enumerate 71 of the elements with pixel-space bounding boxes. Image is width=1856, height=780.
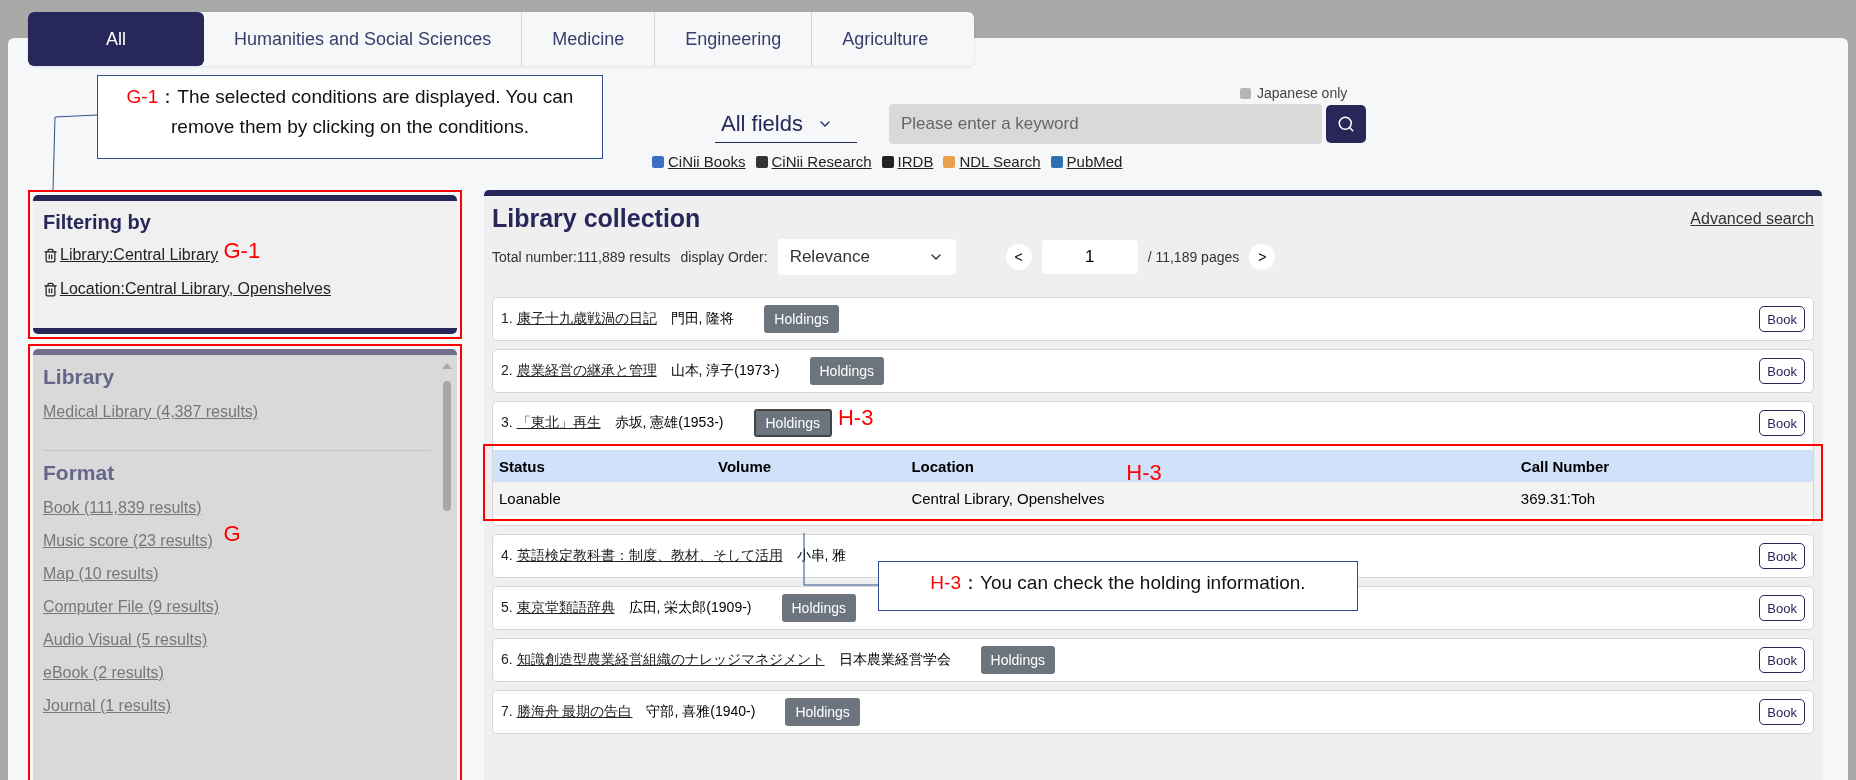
page-field[interactable]: 1 (1041, 240, 1138, 274)
scroll-up-icon[interactable] (442, 363, 452, 369)
author: 山本, 淳子(1973-) (670, 362, 780, 380)
checkbox-label: Japanese only (1257, 85, 1348, 101)
facet-title: Library (43, 365, 116, 389)
column-header: Status (493, 450, 713, 482)
result-title[interactable]: 6. 知識創造型農業経営組織のナレッジマネジメント (501, 651, 825, 669)
author: 日本農業経営学会 (838, 651, 951, 669)
advanced-search-link[interactable]: Advanced search (1690, 209, 1814, 228)
result-title[interactable]: 3. 「東北」再生 (501, 414, 601, 432)
facet-title: Format (43, 461, 116, 485)
type-button[interactable]: Book (1759, 543, 1805, 569)
external-link[interactable]: IRDB (881, 153, 934, 170)
author: 守部, 喜雅(1940-) (646, 703, 756, 721)
search-button[interactable] (1326, 105, 1366, 143)
type-button[interactable]: Book (1759, 699, 1805, 725)
result-count: Total number:111,889 results (492, 249, 671, 265)
category-tab[interactable]: Humanities and Social Sciences (204, 12, 523, 66)
author: 赤坂, 憲雄(1953-) (614, 414, 724, 432)
type-button[interactable]: Book (1759, 595, 1805, 621)
type-button[interactable]: Book (1759, 647, 1805, 673)
next-page-button[interactable]: > (1249, 244, 1276, 270)
holdings-button[interactable]: Holdings (753, 409, 832, 437)
external-link[interactable]: PubMed (1050, 153, 1123, 170)
order-label: display Order: (680, 249, 768, 265)
page-count: / 11,189 pages (1147, 249, 1240, 265)
holdings-button[interactable]: Holdings (785, 698, 860, 726)
filter-condition[interactable]: Location:Central Library, Openshelves (43, 280, 331, 298)
annotation-label: G-1 (223, 238, 261, 265)
search-icon (1337, 115, 1355, 133)
column-header: Call Number (1514, 450, 1813, 482)
panel-title: Filtering by (43, 211, 152, 234)
category-tab[interactable]: All (28, 12, 204, 66)
field-dropdown[interactable]: All fields (715, 105, 857, 143)
author: 門田, 隆将 (670, 310, 735, 328)
category-tab[interactable]: Engineering (655, 12, 813, 66)
table-cell: Central Library, Openshelves (905, 482, 1515, 515)
result-title[interactable]: 1. 康子十九歳戦渦の日記 (501, 310, 657, 328)
callout-note: G-1：The selected conditions are displayed. You can remove them by clicking on the conditions. (97, 75, 603, 159)
result-title[interactable]: 5. 東京堂類語辞典 (501, 599, 615, 617)
external-link[interactable]: CiNii Research (755, 153, 872, 170)
callout-note: H-3：You can check the holding information. (878, 561, 1358, 611)
result-title[interactable]: 4. 英語検定教科書：制度、教材、そして活用 (501, 547, 783, 565)
trash-icon (43, 281, 58, 297)
author: 広田, 栄太郎(1909-) (628, 599, 752, 617)
type-button[interactable]: Book (1759, 410, 1805, 436)
holdings-button[interactable]: Holdings (764, 305, 839, 333)
annotation-label: G (223, 520, 241, 547)
category-tab[interactable]: Medicine (522, 12, 656, 66)
prev-page-button[interactable]: < (1005, 244, 1032, 270)
table-cell: Loanable (493, 482, 713, 515)
column-header: Volume (712, 450, 906, 482)
trash-icon (43, 247, 58, 263)
type-button[interactable]: Book (1759, 306, 1805, 332)
table-cell: 369.31:Toh (1514, 482, 1813, 515)
search-field[interactable]: Please enter a keyword (889, 104, 1322, 144)
author: 小串, 雅 (796, 547, 847, 565)
filter-condition[interactable]: Library:Central Library (43, 246, 219, 264)
order-dropdown[interactable]: Relevance (777, 239, 956, 275)
panel-title: Library collection (492, 204, 701, 233)
holdings-button[interactable]: Holdings (781, 594, 856, 622)
type-button[interactable]: Book (1759, 358, 1805, 384)
result-title[interactable]: 7. 勝海舟 最期の告白 (501, 703, 633, 721)
scrollbar[interactable] (443, 381, 451, 511)
checkbox[interactable] (1240, 87, 1251, 99)
holdings-button[interactable]: Holdings (809, 357, 884, 385)
category-tab[interactable]: Agriculture (812, 12, 959, 66)
result-title[interactable]: 2. 農業経営の継承と管理 (501, 362, 657, 380)
holdings-button[interactable]: Holdings (980, 646, 1056, 674)
external-link[interactable]: CiNii Books (652, 153, 746, 170)
external-link[interactable]: NDL Search (943, 153, 1041, 170)
